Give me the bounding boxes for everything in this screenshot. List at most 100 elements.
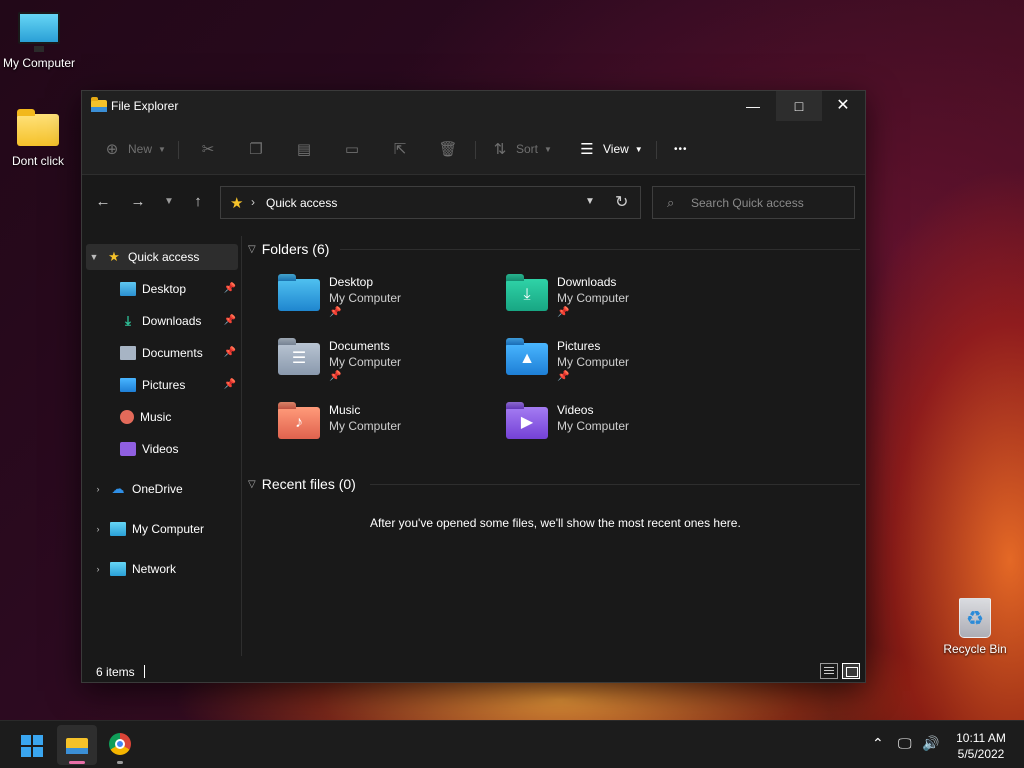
desktop-icon-dont-click[interactable]: Dont click (0, 109, 83, 168)
sidebar-item-network[interactable]: › Network (90, 556, 236, 582)
chevron-down-icon: ▼ (158, 144, 166, 154)
forward-button[interactable]: → (125, 192, 151, 212)
pin-icon: 📌 (223, 347, 236, 358)
sidebar-item-label: My Computer (132, 522, 205, 536)
chevron-down-icon: ▽ (248, 243, 256, 255)
taskbar: ⌃ 🖵 🔊 10:11 AM 5/5/2022 (0, 720, 1024, 768)
toolbar-divider (475, 141, 476, 159)
star-icon: ★ (108, 249, 120, 264)
sidebar-item-documents[interactable]: Documents 📌 (120, 340, 236, 366)
running-app-indicator (117, 761, 123, 764)
cut-button[interactable]: ✂ (198, 137, 218, 161)
minimize-button[interactable]: — (730, 91, 776, 121)
sort-button[interactable]: ⇅ Sort ▼ (490, 137, 552, 161)
download-arrow-icon: ⤓ (523, 286, 531, 303)
desktop-icon-label: Dont click (11, 154, 64, 168)
back-button[interactable]: ← (90, 192, 116, 212)
new-button[interactable]: ⊕ New ▼ (102, 137, 166, 161)
chevron-right-icon: › (251, 195, 255, 209)
delete-button[interactable]: 🗑 (438, 137, 458, 161)
music-icon (120, 410, 134, 424)
pin-icon: 📌 (223, 379, 236, 390)
address-history-button[interactable]: ▼ (585, 196, 595, 207)
start-button[interactable] (21, 735, 43, 757)
toolbar-divider (178, 141, 179, 159)
chevron-right-icon[interactable]: › (90, 524, 106, 534)
show-hidden-icons-button[interactable]: ⌃ (872, 735, 884, 752)
sidebar-item-desktop[interactable]: Desktop 📌 (120, 276, 236, 302)
view-button[interactable]: ☰ View ▼ (577, 137, 643, 161)
copy-icon: ❐ (249, 141, 263, 158)
item-count: 6 items (96, 665, 135, 679)
navigation-pane: ▼ ★ Quick access Desktop 📌 ⤓ Downloads 📌… (82, 236, 242, 656)
paste-button[interactable]: ▤ (294, 137, 314, 161)
folders-section-header[interactable]: ▽ Folders (6) (248, 241, 329, 257)
folder-tile-downloads[interactable]: ⤓ Downloads My Computer 📌 (506, 275, 726, 333)
address-bar[interactable]: ★ › Quick access ▼ ↻ (220, 186, 641, 219)
address-path[interactable]: Quick access (266, 196, 337, 210)
folder-name: Desktop (329, 275, 374, 289)
recent-locations-button[interactable]: ▼ (156, 192, 182, 212)
copy-button[interactable]: ❐ (246, 137, 266, 161)
more-options-button[interactable]: ••• (674, 137, 688, 161)
active-app-indicator (69, 761, 85, 764)
clock-date: 5/5/2022 (957, 747, 1005, 761)
sort-label: Sort (516, 142, 539, 156)
sidebar-item-my-computer[interactable]: › My Computer (90, 516, 236, 542)
sidebar-item-downloads[interactable]: ⤓ Downloads 📌 (120, 308, 236, 334)
recent-files-header-label: Recent files (0) (261, 476, 356, 492)
chevron-down-icon: ▼ (634, 144, 643, 154)
folder-name: Music (329, 403, 361, 417)
refresh-button[interactable]: ↻ (615, 192, 628, 212)
sidebar-item-music[interactable]: Music (120, 404, 236, 430)
tiles-view-button[interactable] (842, 663, 860, 679)
folder-tile-videos[interactable]: ▶ Videos My Computer (506, 403, 726, 461)
sidebar-item-videos[interactable]: Videos (120, 436, 236, 462)
toolbar-divider (656, 141, 657, 159)
desktop-icon-my-computer[interactable]: My Computer (0, 12, 84, 70)
chrome-icon[interactable] (109, 733, 131, 755)
file-explorer-icon (91, 97, 107, 112)
documents-icon (120, 346, 136, 360)
folder-tile-music[interactable]: ♪ Music My Computer (278, 403, 498, 461)
title-bar[interactable]: File Explorer — □ ✕ (82, 91, 865, 123)
volume-icon[interactable]: 🔊 (922, 735, 939, 752)
music-folder-icon: ♪ (278, 407, 320, 439)
clipboard-icon: ▤ (296, 141, 312, 158)
play-icon: ▶ (520, 414, 534, 431)
chevron-right-icon[interactable]: › (90, 564, 106, 574)
search-input[interactable] (691, 195, 846, 211)
folder-location: My Computer (557, 291, 630, 305)
new-label: New (128, 142, 153, 156)
computer-icon (18, 12, 60, 52)
trash-icon: 🗑 (438, 141, 458, 158)
folder-name: Videos (557, 403, 594, 417)
clock-time: 10:11 AM (956, 731, 1006, 745)
share-button[interactable]: ⇱ (390, 137, 410, 161)
close-button[interactable]: ✕ (820, 91, 866, 121)
desktop-icon-recycle-bin[interactable]: ♻ Recycle Bin (930, 598, 1020, 656)
taskbar-file-explorer-button[interactable] (57, 725, 97, 765)
sidebar-item-label: Quick access (128, 250, 200, 264)
network-status-icon[interactable]: 🖵 (898, 735, 912, 752)
sidebar-item-quick-access[interactable]: ▼ ★ Quick access (86, 244, 238, 270)
pin-icon: 📌 (329, 307, 342, 318)
sidebar-item-label: Downloads (142, 314, 202, 328)
sidebar-item-onedrive[interactable]: › ☁ OneDrive (90, 476, 236, 502)
chevron-right-icon[interactable]: › (90, 484, 106, 494)
rename-button[interactable]: ▭ (342, 137, 362, 161)
sidebar-item-label: Desktop (142, 282, 187, 296)
clock[interactable]: 10:11 AM 5/5/2022 (948, 730, 1014, 762)
up-button[interactable]: ↑ (185, 192, 211, 212)
search-box[interactable]: ⌕ (652, 186, 855, 219)
view-label: View (603, 142, 629, 156)
folder-tile-desktop[interactable]: Desktop My Computer 📌 (278, 275, 498, 333)
folder-tile-documents[interactable]: ☰ Documents My Computer 📌 (278, 339, 498, 397)
folder-tile-pictures[interactable]: ▲ Pictures My Computer 📌 (506, 339, 726, 397)
sidebar-item-pictures[interactable]: Pictures 📌 (120, 372, 236, 398)
windows-logo-tile (21, 747, 31, 757)
chevron-down-icon[interactable]: ▼ (86, 252, 102, 262)
recent-files-section-header[interactable]: ▽ Recent files (0) (248, 476, 356, 492)
details-view-button[interactable] (820, 663, 838, 679)
maximize-button[interactable]: □ (776, 91, 822, 121)
